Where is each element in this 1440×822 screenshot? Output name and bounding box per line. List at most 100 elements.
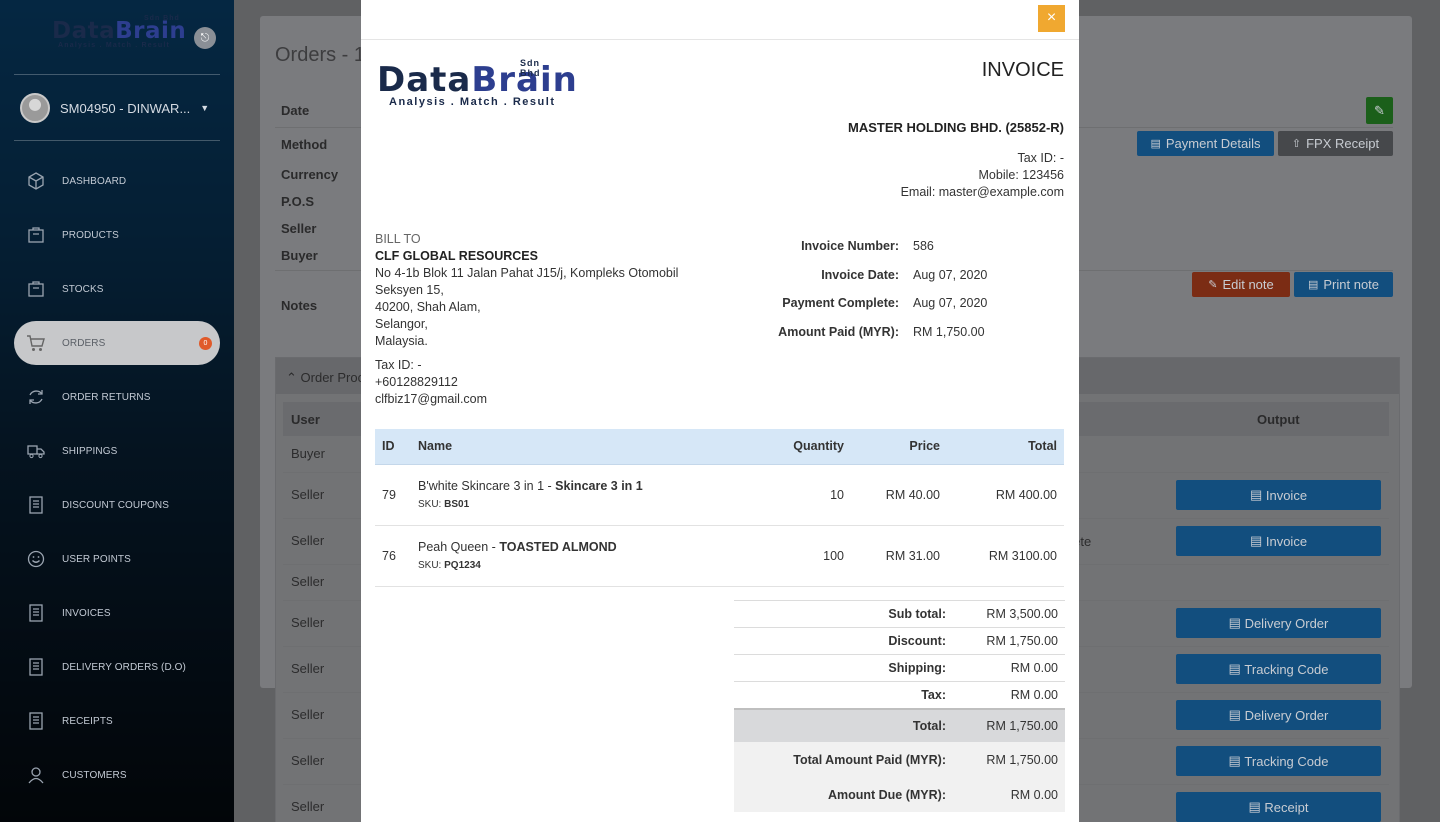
delivery-order-button[interactable]: ▤ Delivery Order: [1176, 608, 1381, 638]
sidebar-item-shippings[interactable]: SHIPPINGS: [14, 429, 220, 473]
sidebar-item-receipts[interactable]: RECEIPTS: [14, 699, 220, 743]
meta-key: Amount Paid (MYR):: [778, 324, 899, 339]
item-sku: BS01: [444, 499, 470, 510]
delivery-order-button[interactable]: ▤ Delivery Order: [1176, 700, 1381, 730]
item-id: 76: [375, 525, 411, 587]
meta-row: Invoice Number: 586: [741, 239, 1061, 268]
user-icon: [26, 765, 46, 785]
logo-sdn: Sdn Bhd: [520, 58, 541, 78]
amount-due-value: RM 0.00: [1010, 788, 1058, 802]
table-row-user: Buyer: [291, 446, 325, 461]
orders-badge: 0: [199, 337, 212, 350]
document-icon: [26, 657, 46, 677]
item-name: Peah Queen: [418, 540, 489, 554]
address-line: Malaysia.: [375, 334, 428, 348]
table-row: 79 B'white Skincare 3 in 1 - Skincare 3 …: [375, 464, 1064, 526]
meta-key: Invoice Date:: [821, 267, 899, 282]
fpx-receipt-button[interactable]: ⇧ FPX Receipt: [1278, 131, 1393, 156]
user-menu[interactable]: SM04950 - DINWAR... ▼: [20, 93, 209, 123]
sidebar-item-user-points[interactable]: USER POINTS: [14, 537, 220, 581]
item-price: RM 40.00: [844, 464, 940, 526]
sku-label: SKU:: [418, 499, 442, 510]
print-note-button[interactable]: ▤ Print note: [1294, 272, 1393, 297]
bill-to-name: CLF GLOBAL RESOURCES: [375, 249, 538, 263]
edit-date-button[interactable]: ✎: [1366, 97, 1393, 124]
meta-row: Invoice Date: Aug 07, 2020: [741, 268, 1061, 297]
sidebar-item-label: SHIPPINGS: [62, 445, 118, 457]
sidebar-item-dashboard[interactable]: DASHBOARD: [14, 159, 220, 203]
sidebar-item-customers[interactable]: CUSTOMERS: [14, 753, 220, 797]
pencil-icon: ✎: [1208, 279, 1218, 291]
sidebar-item-label: PRODUCTS: [62, 229, 119, 241]
sidebar-item-stocks[interactable]: STOCKS: [14, 267, 220, 311]
table-row-user: Seller: [291, 753, 325, 768]
payment-complete-date: Aug 07, 2020: [913, 296, 988, 310]
item-name: B'white Skincare 3 in 1: [418, 479, 545, 493]
sidebar-logo[interactable]: DataBrain Sdn Bhd Analysis . Match . Res…: [52, 15, 186, 60]
sidebar-item-discount-coupons[interactable]: DISCOUNT COUPONS: [14, 483, 220, 527]
pencil-icon: ✎: [1374, 102, 1385, 118]
upload-icon: ⇧: [1291, 138, 1302, 150]
bill-to-phone: +60128829112: [375, 375, 458, 389]
document-icon: [26, 603, 46, 623]
close-icon: ×: [1046, 9, 1057, 26]
sidebar-nav: DASHBOARD PRODUCTS STOCKS ORDERS 0 ORDER…: [14, 159, 220, 807]
sidebar-item-products[interactable]: PRODUCTS: [14, 213, 220, 257]
sidebar: DataBrain Sdn Bhd Analysis . Match . Res…: [0, 0, 234, 822]
sidebar-item-delivery-orders[interactable]: DELIVERY ORDERS (D.O): [14, 645, 220, 689]
item-id: 79: [375, 464, 411, 526]
stock-icon: [26, 279, 46, 299]
chevron-up-icon: ⌃: [286, 370, 297, 385]
col-quantity: Quantity: [744, 429, 844, 465]
item-price: RM 31.00: [844, 525, 940, 587]
box-icon: [26, 171, 46, 191]
bill-to-label: BILL TO: [375, 232, 421, 246]
invoice-button[interactable]: ▤ Invoice: [1176, 526, 1381, 556]
bill-to: BILL TO CLF GLOBAL RESOURCES No 4-1b Blo…: [375, 231, 715, 408]
table-header-row: ID Name Quantity Price Total: [375, 429, 1064, 465]
document-icon: ▤: [1249, 533, 1263, 548]
page-title: Orders - 1: [275, 44, 366, 66]
document-icon: ▤: [1228, 661, 1241, 676]
modal-header: ×: [361, 0, 1079, 40]
sidebar-item-order-returns[interactable]: ORDER RETURNS: [14, 375, 220, 419]
document-icon: ▤: [1249, 487, 1263, 502]
col-user: User: [291, 412, 320, 427]
sidebar-item-label: ORDERS: [62, 337, 106, 349]
sidebar-item-label: DASHBOARD: [62, 175, 127, 187]
sidebar-item-invoices[interactable]: INVOICES: [14, 591, 220, 635]
invoice-button[interactable]: ▤ Invoice: [1176, 480, 1381, 510]
address-line: No 4-1b Blok 11 Jalan Pahat J15/j, Kompl…: [375, 266, 679, 280]
item-total: RM 3100.00: [940, 525, 1064, 587]
table-row-user: Seller: [291, 487, 325, 502]
item-name-cell: Peah Queen - TOASTED ALMOND SKU: PQ1234: [411, 525, 744, 587]
shipping-icon: [26, 441, 46, 461]
tracking-code-button[interactable]: ▤ Tracking Code: [1176, 746, 1381, 776]
pin-icon[interactable]: ⎋: [194, 27, 216, 49]
company-mobile: Mobile: 123456: [978, 168, 1064, 182]
company-tax: Tax ID: -: [1017, 151, 1064, 165]
meta-key: Invoice Number:: [801, 239, 899, 253]
invoice-modal: × DataBrain Sdn Bhd Analysis . Match . R…: [361, 0, 1079, 822]
label-seller: Seller: [281, 221, 317, 236]
meta-key: Payment Complete:: [782, 296, 899, 310]
refresh-icon: [26, 387, 46, 407]
sidebar-item-label: DISCOUNT COUPONS: [62, 499, 169, 511]
subtotal-row: Sub total: RM 3,500.00: [734, 600, 1065, 627]
edit-note-button[interactable]: ✎ Edit note: [1192, 272, 1290, 297]
receipt-button[interactable]: ▤ Receipt: [1176, 792, 1381, 822]
company-email: Email: master@example.com: [900, 185, 1064, 199]
tracking-code-button[interactable]: ▤ Tracking Code: [1176, 654, 1381, 684]
invoice-logo: DataBrain Sdn Bhd Analysis . Match . Res…: [377, 58, 577, 116]
sidebar-item-orders[interactable]: ORDERS 0: [14, 321, 220, 365]
bill-to-email: clfbiz17@gmail.com: [375, 392, 488, 406]
payment-details-button[interactable]: ▤ Payment Details: [1137, 131, 1274, 156]
invoice-meta: Invoice Number: 586 Invoice Date: Aug 07, …: [741, 239, 1061, 353]
document-icon: [26, 711, 46, 731]
company-name: MASTER HOLDING BHD. (25852-R): [848, 120, 1064, 135]
label-notes: Notes: [281, 298, 318, 313]
user-label: SM04950 - DINWAR...: [60, 100, 191, 116]
address-line: Seksyen 15,: [375, 283, 444, 297]
close-button[interactable]: ×: [1038, 5, 1065, 32]
invoice-totals: Sub total: RM 3,500.00 Discount: RM 1,750.…: [734, 600, 1065, 812]
